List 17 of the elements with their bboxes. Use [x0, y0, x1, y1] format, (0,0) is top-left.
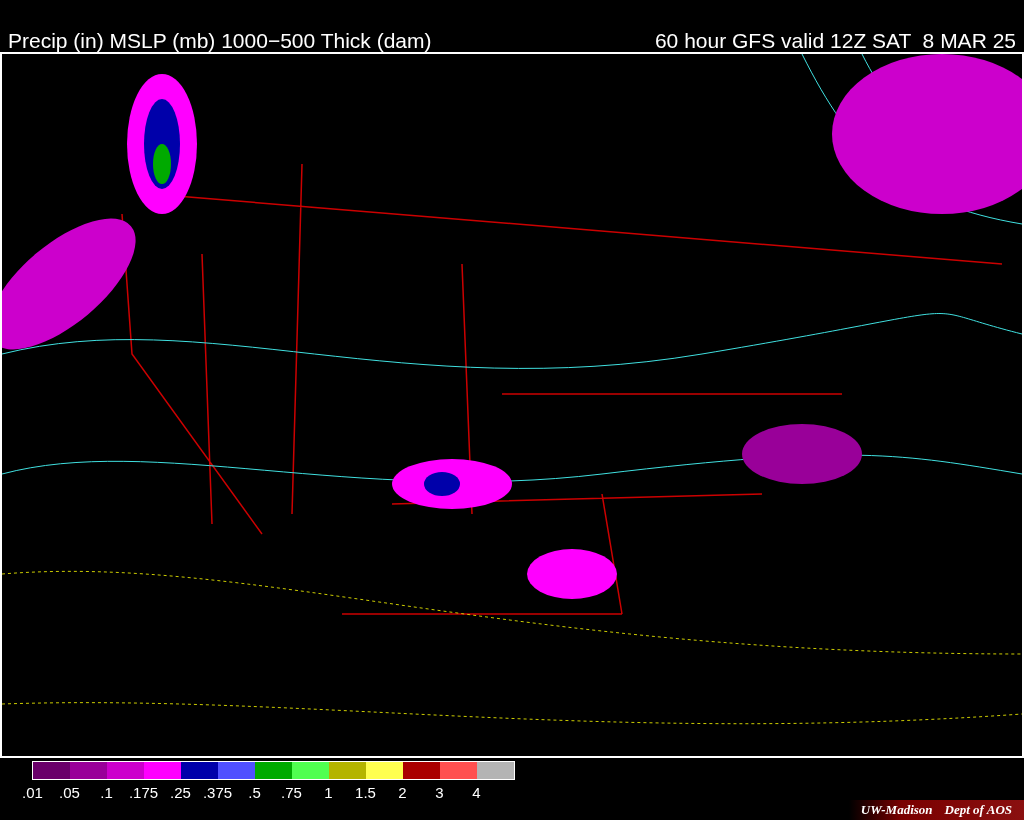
scale-label: 1	[324, 785, 333, 800]
scale-label: 3	[435, 785, 444, 800]
scale-label: 2	[398, 785, 407, 800]
scale-label: .25	[170, 785, 191, 800]
valid-time: 60 hour GFS valid 12Z SAT 8 MAR 25	[654, 30, 1016, 52]
scale-label: .5	[248, 785, 261, 800]
scale-label: .1	[100, 785, 113, 800]
scale-label: .375	[202, 785, 233, 800]
credit-text: Dept of AOS	[944, 801, 1012, 820]
scale-label: 1.5	[355, 785, 376, 800]
credit-text: UW-Madison	[860, 801, 933, 820]
scale-label: .175	[128, 785, 159, 800]
scale-label: 4	[472, 785, 481, 800]
scale-label: .05	[59, 785, 80, 800]
scale-label: .75	[281, 785, 302, 800]
chart-title: Precip (in) MSLP (mb) 1000−500 Thick (dam)	[8, 30, 432, 52]
scale-label: .01	[22, 785, 43, 800]
